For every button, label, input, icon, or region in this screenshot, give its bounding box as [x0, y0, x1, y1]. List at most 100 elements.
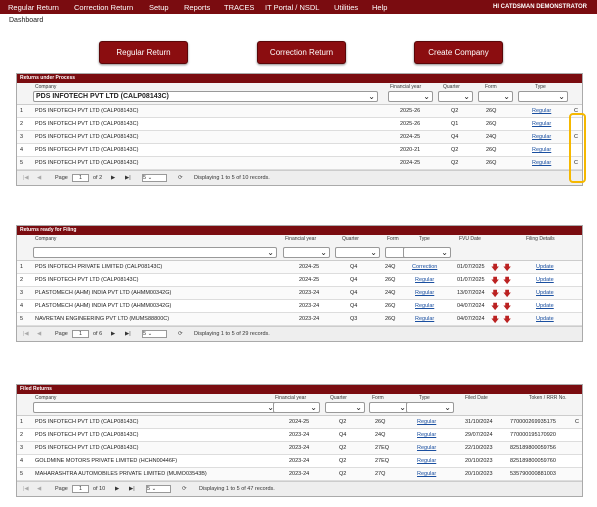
- correction-return-button[interactable]: Correction Return: [257, 41, 346, 64]
- menu-regular-return[interactable]: Regular Return: [8, 3, 59, 12]
- type-link[interactable]: Regular: [532, 160, 551, 166]
- page-size-select[interactable]: 5 ⌄: [142, 330, 167, 338]
- type-link[interactable]: Regular: [532, 147, 551, 153]
- pager: |◀ ◀ Page 1 of 6 ▶ ▶| 5 ⌄ ⟳ Displaying 1…: [17, 326, 582, 341]
- update-link[interactable]: Update: [536, 264, 554, 270]
- quarter-filter-select[interactable]: ⌄: [325, 402, 365, 413]
- table-row[interactable]: 5 PDS INFOTECH PVT LTD (CALP08143C) 2024-2…: [17, 157, 582, 170]
- col-form-label: Form: [485, 84, 497, 90]
- table-row[interactable]: 5 NAVRETAN ENGINEERING PVT LTD (MUMS88800…: [17, 313, 582, 326]
- prev-page-icon[interactable]: ◀: [37, 175, 41, 181]
- next-page-icon[interactable]: ▶: [115, 486, 119, 492]
- quarter-cell: Q4: [350, 264, 358, 270]
- quarter-cell: Q2: [339, 445, 347, 451]
- form-cell: 24Q: [486, 134, 497, 140]
- type-link[interactable]: Regular: [417, 458, 436, 464]
- col-fy-label: Financial year: [285, 236, 317, 242]
- menu-utilities[interactable]: Utilities: [334, 3, 358, 12]
- type-link[interactable]: Regular: [417, 445, 436, 451]
- type-link[interactable]: Regular: [417, 432, 436, 438]
- fy-filter-select[interactable]: ⌄: [273, 402, 320, 413]
- table-row[interactable]: 4 PDS INFOTECH PVT LTD (CALP08143C) 2020-2…: [17, 144, 582, 157]
- next-page-icon[interactable]: ▶: [111, 331, 115, 337]
- next-page-icon[interactable]: ▶: [111, 175, 115, 181]
- prev-page-icon[interactable]: ◀: [37, 486, 41, 492]
- pager: |◀ ◀ Page 1 of 2 ▶ ▶| 5 ⌄ ⟳ Displaying 1…: [17, 170, 582, 185]
- table-row[interactable]: 4 PLASTOMECH (AHM) INDIA PVT LTD (AHMM003…: [17, 300, 582, 313]
- type-link[interactable]: Correction: [412, 264, 437, 270]
- table-row[interactable]: 3 PDS INFOTECH PVT LTD (CALP08143C) 2023-2…: [17, 442, 582, 455]
- row-number: 1: [20, 419, 24, 425]
- table-row[interactable]: 2 PDS INFOTECH PVT LTD (CALP08143C) 2024-2…: [17, 274, 582, 287]
- page-size-select[interactable]: 5 ⌄: [146, 485, 171, 493]
- refresh-icon[interactable]: ⟳: [178, 175, 183, 181]
- table-row[interactable]: 2 PDS INFOTECH PVT LTD (CALP08143C) 2023-2…: [17, 429, 582, 442]
- table-row[interactable]: 5 MAHARASHTRA AUTOMOBILES PRIVATE LIMITED…: [17, 468, 582, 481]
- first-page-icon[interactable]: |◀: [23, 486, 29, 492]
- prev-page-icon[interactable]: ◀: [37, 331, 41, 337]
- last-page-icon[interactable]: ▶|: [125, 175, 131, 181]
- table-row[interactable]: 1 PDS INFOTECH PVT LTD (CALP08143C) 2024-2…: [17, 416, 582, 429]
- quarter-filter-select[interactable]: ⌄: [335, 247, 380, 258]
- table-row[interactable]: 3 PDS INFOTECH PVT LTD (CALP08143C) 2024-2…: [17, 131, 582, 144]
- company-filter-select[interactable]: ⌄: [33, 402, 277, 413]
- type-link[interactable]: Regular: [417, 471, 436, 477]
- menu-help[interactable]: Help: [372, 3, 387, 12]
- update-link[interactable]: Update: [536, 316, 554, 322]
- form-filter-select[interactable]: ⌄: [369, 402, 409, 413]
- menu-it-portal[interactable]: IT Portal / NSDL: [265, 3, 319, 12]
- company-filter-select[interactable]: PDS INFOTECH PVT LTD (CALP08143C) ⌄: [33, 91, 378, 102]
- form-filter-select[interactable]: ⌄: [478, 91, 513, 102]
- fvu-date: 04/07/2024: [457, 303, 485, 309]
- refresh-icon[interactable]: ⟳: [182, 486, 187, 492]
- quarter-filter-select[interactable]: ⌄: [438, 91, 473, 102]
- regular-return-button[interactable]: Regular Return: [99, 41, 188, 64]
- menu-traces[interactable]: TRACES: [224, 3, 254, 12]
- col-type-label: Type: [419, 395, 430, 401]
- page-input[interactable]: 1: [72, 330, 89, 338]
- type-link[interactable]: Regular: [532, 134, 551, 140]
- refresh-icon[interactable]: ⟳: [178, 331, 183, 337]
- last-page-icon[interactable]: ▶|: [129, 486, 135, 492]
- table-row[interactable]: 1 PDS INFOTECH PRIVATE LIMITED (CALP08143…: [17, 261, 582, 274]
- menu-reports[interactable]: Reports: [184, 3, 210, 12]
- company-filter-select[interactable]: ⌄: [33, 247, 277, 258]
- update-link[interactable]: Update: [536, 290, 554, 296]
- menu-setup[interactable]: Setup: [149, 3, 169, 12]
- page-label: Page: [55, 175, 68, 181]
- type-filter-select[interactable]: ⌄: [406, 402, 454, 413]
- fy-cell: 2025-26: [400, 121, 421, 127]
- type-link[interactable]: Regular: [532, 121, 551, 127]
- table-row[interactable]: 3 PLASTOMECH (AHM) INDIA PVT LTD (AHMM003…: [17, 287, 582, 300]
- token-number: 825189800059756: [510, 445, 556, 451]
- page-size-select[interactable]: 5 ⌄: [142, 174, 167, 182]
- table-row[interactable]: 1 PDS INFOTECH PVT LTD (CALP08143C) 2025-2…: [17, 105, 582, 118]
- type-link[interactable]: Regular: [415, 277, 434, 283]
- chevron-down-icon: ⌄: [441, 248, 448, 257]
- first-page-icon[interactable]: |◀: [23, 331, 29, 337]
- quarter-cell: Q1: [451, 121, 459, 127]
- type-filter-select[interactable]: ⌄: [403, 247, 451, 258]
- update-link[interactable]: Update: [536, 303, 554, 309]
- table-row[interactable]: 2 PDS INFOTECH PVT LTD (CALP08143C) 2025-2…: [17, 118, 582, 131]
- first-page-icon[interactable]: |◀: [23, 175, 29, 181]
- row-number: 2: [20, 277, 24, 283]
- create-company-button[interactable]: Create Company: [414, 41, 503, 64]
- type-filter-select[interactable]: ⌄: [518, 91, 568, 102]
- fy-filter-select[interactable]: ⌄: [283, 247, 330, 258]
- chevron-down-icon: ⌄: [310, 403, 317, 412]
- fy-filter-select[interactable]: ⌄: [388, 91, 433, 102]
- last-page-icon[interactable]: ▶|: [125, 331, 131, 337]
- company-cell: PLASTOMECH (AHM) INDIA PVT LTD (AHMM0034…: [35, 303, 172, 309]
- menu-correction-return[interactable]: Correction Return: [74, 3, 133, 12]
- table-row[interactable]: 4 GOLDMINE MOTORS PRIVATE LIMITED (HCHN00…: [17, 455, 582, 468]
- type-link[interactable]: Regular: [415, 303, 434, 309]
- page-input[interactable]: 1: [72, 174, 89, 182]
- type-link[interactable]: Regular: [532, 108, 551, 114]
- type-link[interactable]: Regular: [415, 290, 434, 296]
- top-menu-bar: Regular Return Correction Return Setup R…: [0, 0, 597, 14]
- type-link[interactable]: Regular: [415, 316, 434, 322]
- update-link[interactable]: Update: [536, 277, 554, 283]
- page-input[interactable]: 1: [72, 485, 89, 493]
- type-link[interactable]: Regular: [417, 419, 436, 425]
